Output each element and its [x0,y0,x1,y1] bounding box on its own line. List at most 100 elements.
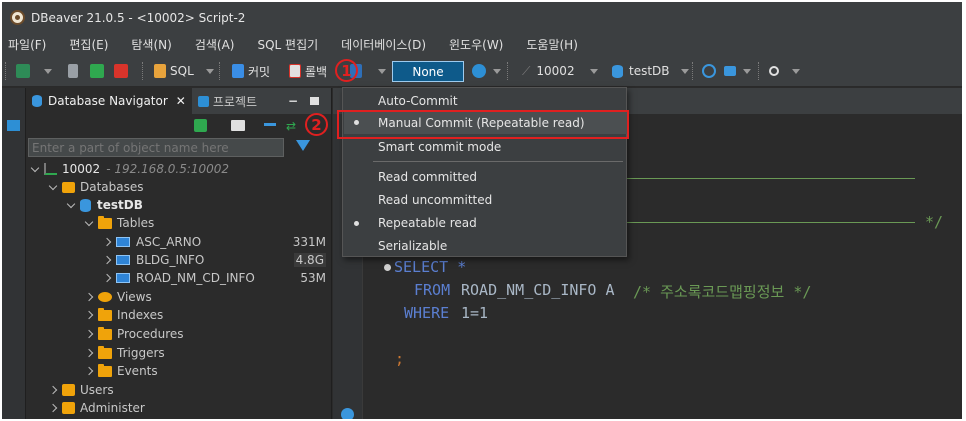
code-where-keyword: WHERE [404,304,450,322]
step-badge-1: 1 [335,59,358,82]
search-dropdown[interactable] [792,63,800,79]
events-label: Events [117,364,158,378]
active-connection-selector[interactable]: ⟋ 10002 [522,63,575,79]
tree-node-databases[interactable]: Databases [48,178,144,196]
menu-item-label: Repeatable read [378,216,477,230]
plug-refresh-icon [90,64,104,78]
fold-toggle-icon[interactable] [384,264,391,271]
new-connection-dropdown[interactable] [44,63,52,79]
disconnect-button[interactable] [114,63,128,79]
menu-navigate[interactable]: 탐색(N) [131,36,171,53]
connection-dropdown[interactable] [590,63,598,79]
views-eye-icon [98,292,112,302]
menu-edit[interactable]: 편집(E) [69,36,108,53]
search-button[interactable] [769,63,779,79]
tree-node-triggers[interactable]: Triggers [84,344,165,362]
rollback-button[interactable]: 롤백 [289,63,327,79]
transaction-mode-display[interactable]: None [392,61,464,82]
step-badge-2: 2 [305,113,328,136]
step-badge-1-label: 1 [341,61,352,80]
link-editor-icon[interactable]: ⇄ [286,119,296,133]
code-from-keyword: FROM [414,281,451,299]
minimize-icon[interactable]: − [288,94,298,108]
menu-item-auto-commit[interactable]: Auto-Commit [378,91,458,111]
app-window: DBeaver 21.0.5 - <10002> Script-2 파일(F) … [2,2,962,419]
menu-item-serializable[interactable]: Serializable [378,236,447,256]
new-connection-icon[interactable] [194,119,207,132]
tree-node-administer[interactable]: Administer [48,399,145,417]
menu-file[interactable]: 파일(F) [8,36,46,53]
dashboard-icon [702,64,716,78]
tree-node-testdb[interactable]: testDB [66,196,143,214]
table-name: ASC_ARNO [136,235,202,249]
new-folder-icon[interactable] [231,120,245,131]
tree-node-table[interactable]: ROAD_NM_CD_INFO 53M [102,269,332,287]
code-where-condition: 1=1 [461,304,489,322]
active-database-selector[interactable]: testDB [612,63,670,79]
administer-label: Administer [80,401,145,415]
new-connection-button[interactable] [16,63,30,79]
comment-divider [623,178,915,179]
dbeaver-logo-icon [10,10,25,25]
menu-item-label: Read committed [378,170,478,184]
plug-plus-icon [16,64,30,78]
tree-node-views[interactable]: Views [84,288,152,306]
tree-node-users[interactable]: Users [48,381,114,399]
folder-icon [98,345,112,359]
sql-editor-button[interactable]: SQL [154,63,194,79]
connection-status-icon [44,163,57,175]
tree-node-indexes[interactable]: Indexes [84,306,163,324]
database-icon [80,198,91,212]
tree-node-connection[interactable]: 10002 - 192.168.0.5:10002 [30,160,229,178]
tree-node-tables[interactable]: Tables [84,214,154,232]
project-icon [197,95,209,107]
maximize-icon[interactable] [310,97,319,105]
table-icon [116,237,130,247]
commit-button[interactable]: 커밋 [232,63,270,79]
comment-divider [623,222,915,223]
chevron-right-icon [102,273,112,283]
left-side-strip [2,88,26,419]
network-icon [724,66,736,76]
menu-sql-editor[interactable]: SQL 편집기 [257,36,318,53]
tree-node-table[interactable]: ASC_ARNO 331M [102,233,332,251]
menu-item-smart-commit[interactable]: Smart commit mode [378,137,501,157]
close-icon[interactable]: ✕ [176,94,186,108]
tree-node-procedures[interactable]: Procedures [84,325,184,343]
collapse-all-icon[interactable] [264,123,276,126]
navigator-filter-input[interactable] [28,138,284,157]
table-size: 331M [292,235,326,249]
minimized-view-icon[interactable] [7,120,20,131]
menu-help[interactable]: 도움말(H) [526,36,578,53]
toolbar-separator [692,62,694,80]
chevron-down-icon [743,68,751,74]
tree-node-events[interactable]: Events [84,362,158,380]
menu-database[interactable]: 데이터베이스(D) [341,36,426,53]
transaction-mode-dropdown[interactable] [378,63,386,79]
reconnect-button[interactable] [90,63,104,79]
settings-gear-icon[interactable] [341,408,354,419]
comment-end: */ [925,213,944,231]
erd-dropdown[interactable] [743,63,751,79]
menu-search[interactable]: 검색(A) [195,36,235,53]
database-navigator-panel: Database Navigator ✕ 프로젝트 − ⇄ 10002 - 19… [26,88,332,419]
database-icon [612,64,623,78]
dashboard-button[interactable] [702,63,716,79]
tree-node-table[interactable]: BLDG_INFO 4.8G [102,251,332,269]
database-dropdown[interactable] [681,63,689,79]
chevron-down-icon [792,68,800,74]
testdb-label: testDB [97,198,143,212]
tab-project[interactable]: 프로젝트 [192,93,263,110]
connect-button[interactable] [68,63,78,79]
transaction-log-dropdown[interactable] [493,63,501,79]
menu-item-read-uncommitted[interactable]: Read uncommitted [378,190,492,210]
menu-item-read-committed[interactable]: Read committed [378,167,477,187]
tab-database-navigator[interactable]: Database Navigator ✕ [26,88,192,114]
menu-window[interactable]: 윈도우(W) [449,36,503,53]
sql-dropdown[interactable] [206,63,214,79]
chevron-right-icon [84,329,94,339]
erd-button[interactable] [724,63,736,79]
menu-item-repeatable-read[interactable]: Repeatable read [378,213,477,233]
filter-icon[interactable] [296,140,310,151]
transaction-log-button[interactable] [472,63,486,79]
